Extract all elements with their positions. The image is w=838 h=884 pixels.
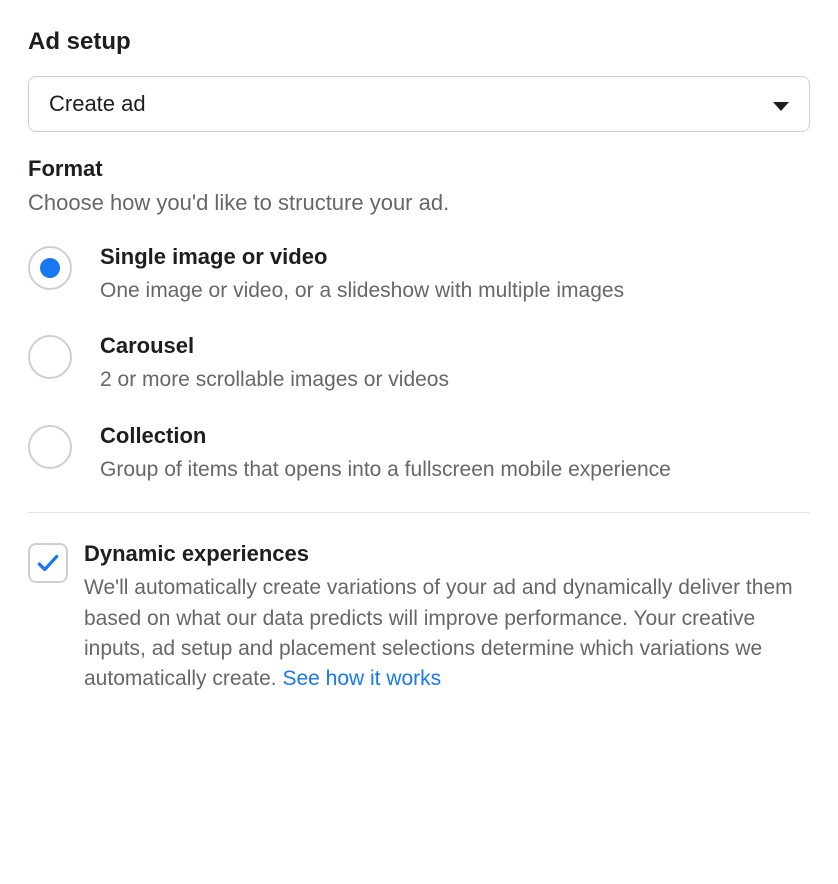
option-content: Single image or video One image or video…: [100, 244, 810, 305]
checkbox-content: Dynamic experiences We'll automatically …: [84, 541, 810, 695]
dynamic-experiences-option: Dynamic experiences We'll automatically …: [28, 541, 810, 695]
format-option-single[interactable]: Single image or video One image or video…: [28, 244, 810, 305]
option-description: Group of items that opens into a fullscr…: [100, 455, 810, 484]
ad-setup-dropdown[interactable]: Create ad: [28, 76, 810, 132]
option-description: 2 or more scrollable images or videos: [100, 365, 810, 394]
section-title: Ad setup: [28, 28, 810, 56]
radio-carousel[interactable]: [28, 335, 72, 379]
radio-selected-indicator: [40, 258, 60, 278]
format-description: Choose how you'd like to structure your …: [28, 190, 810, 216]
format-option-carousel[interactable]: Carousel 2 or more scrollable images or …: [28, 333, 810, 394]
caret-down-icon: [773, 91, 789, 117]
dynamic-title: Dynamic experiences: [84, 541, 810, 567]
see-how-it-works-link[interactable]: See how it works: [282, 667, 441, 690]
radio-collection[interactable]: [28, 425, 72, 469]
option-title: Carousel: [100, 333, 810, 359]
dynamic-experiences-checkbox[interactable]: [28, 543, 68, 583]
divider: [28, 512, 810, 513]
format-title: Format: [28, 156, 810, 182]
check-icon: [35, 550, 61, 576]
dropdown-selected-label: Create ad: [49, 91, 146, 117]
option-description: One image or video, or a slideshow with …: [100, 276, 810, 305]
option-content: Collection Group of items that opens int…: [100, 423, 810, 484]
option-title: Single image or video: [100, 244, 810, 270]
option-title: Collection: [100, 423, 810, 449]
option-content: Carousel 2 or more scrollable images or …: [100, 333, 810, 394]
format-option-collection[interactable]: Collection Group of items that opens int…: [28, 423, 810, 484]
dynamic-description: We'll automatically create variations of…: [84, 573, 810, 695]
radio-single[interactable]: [28, 246, 72, 290]
